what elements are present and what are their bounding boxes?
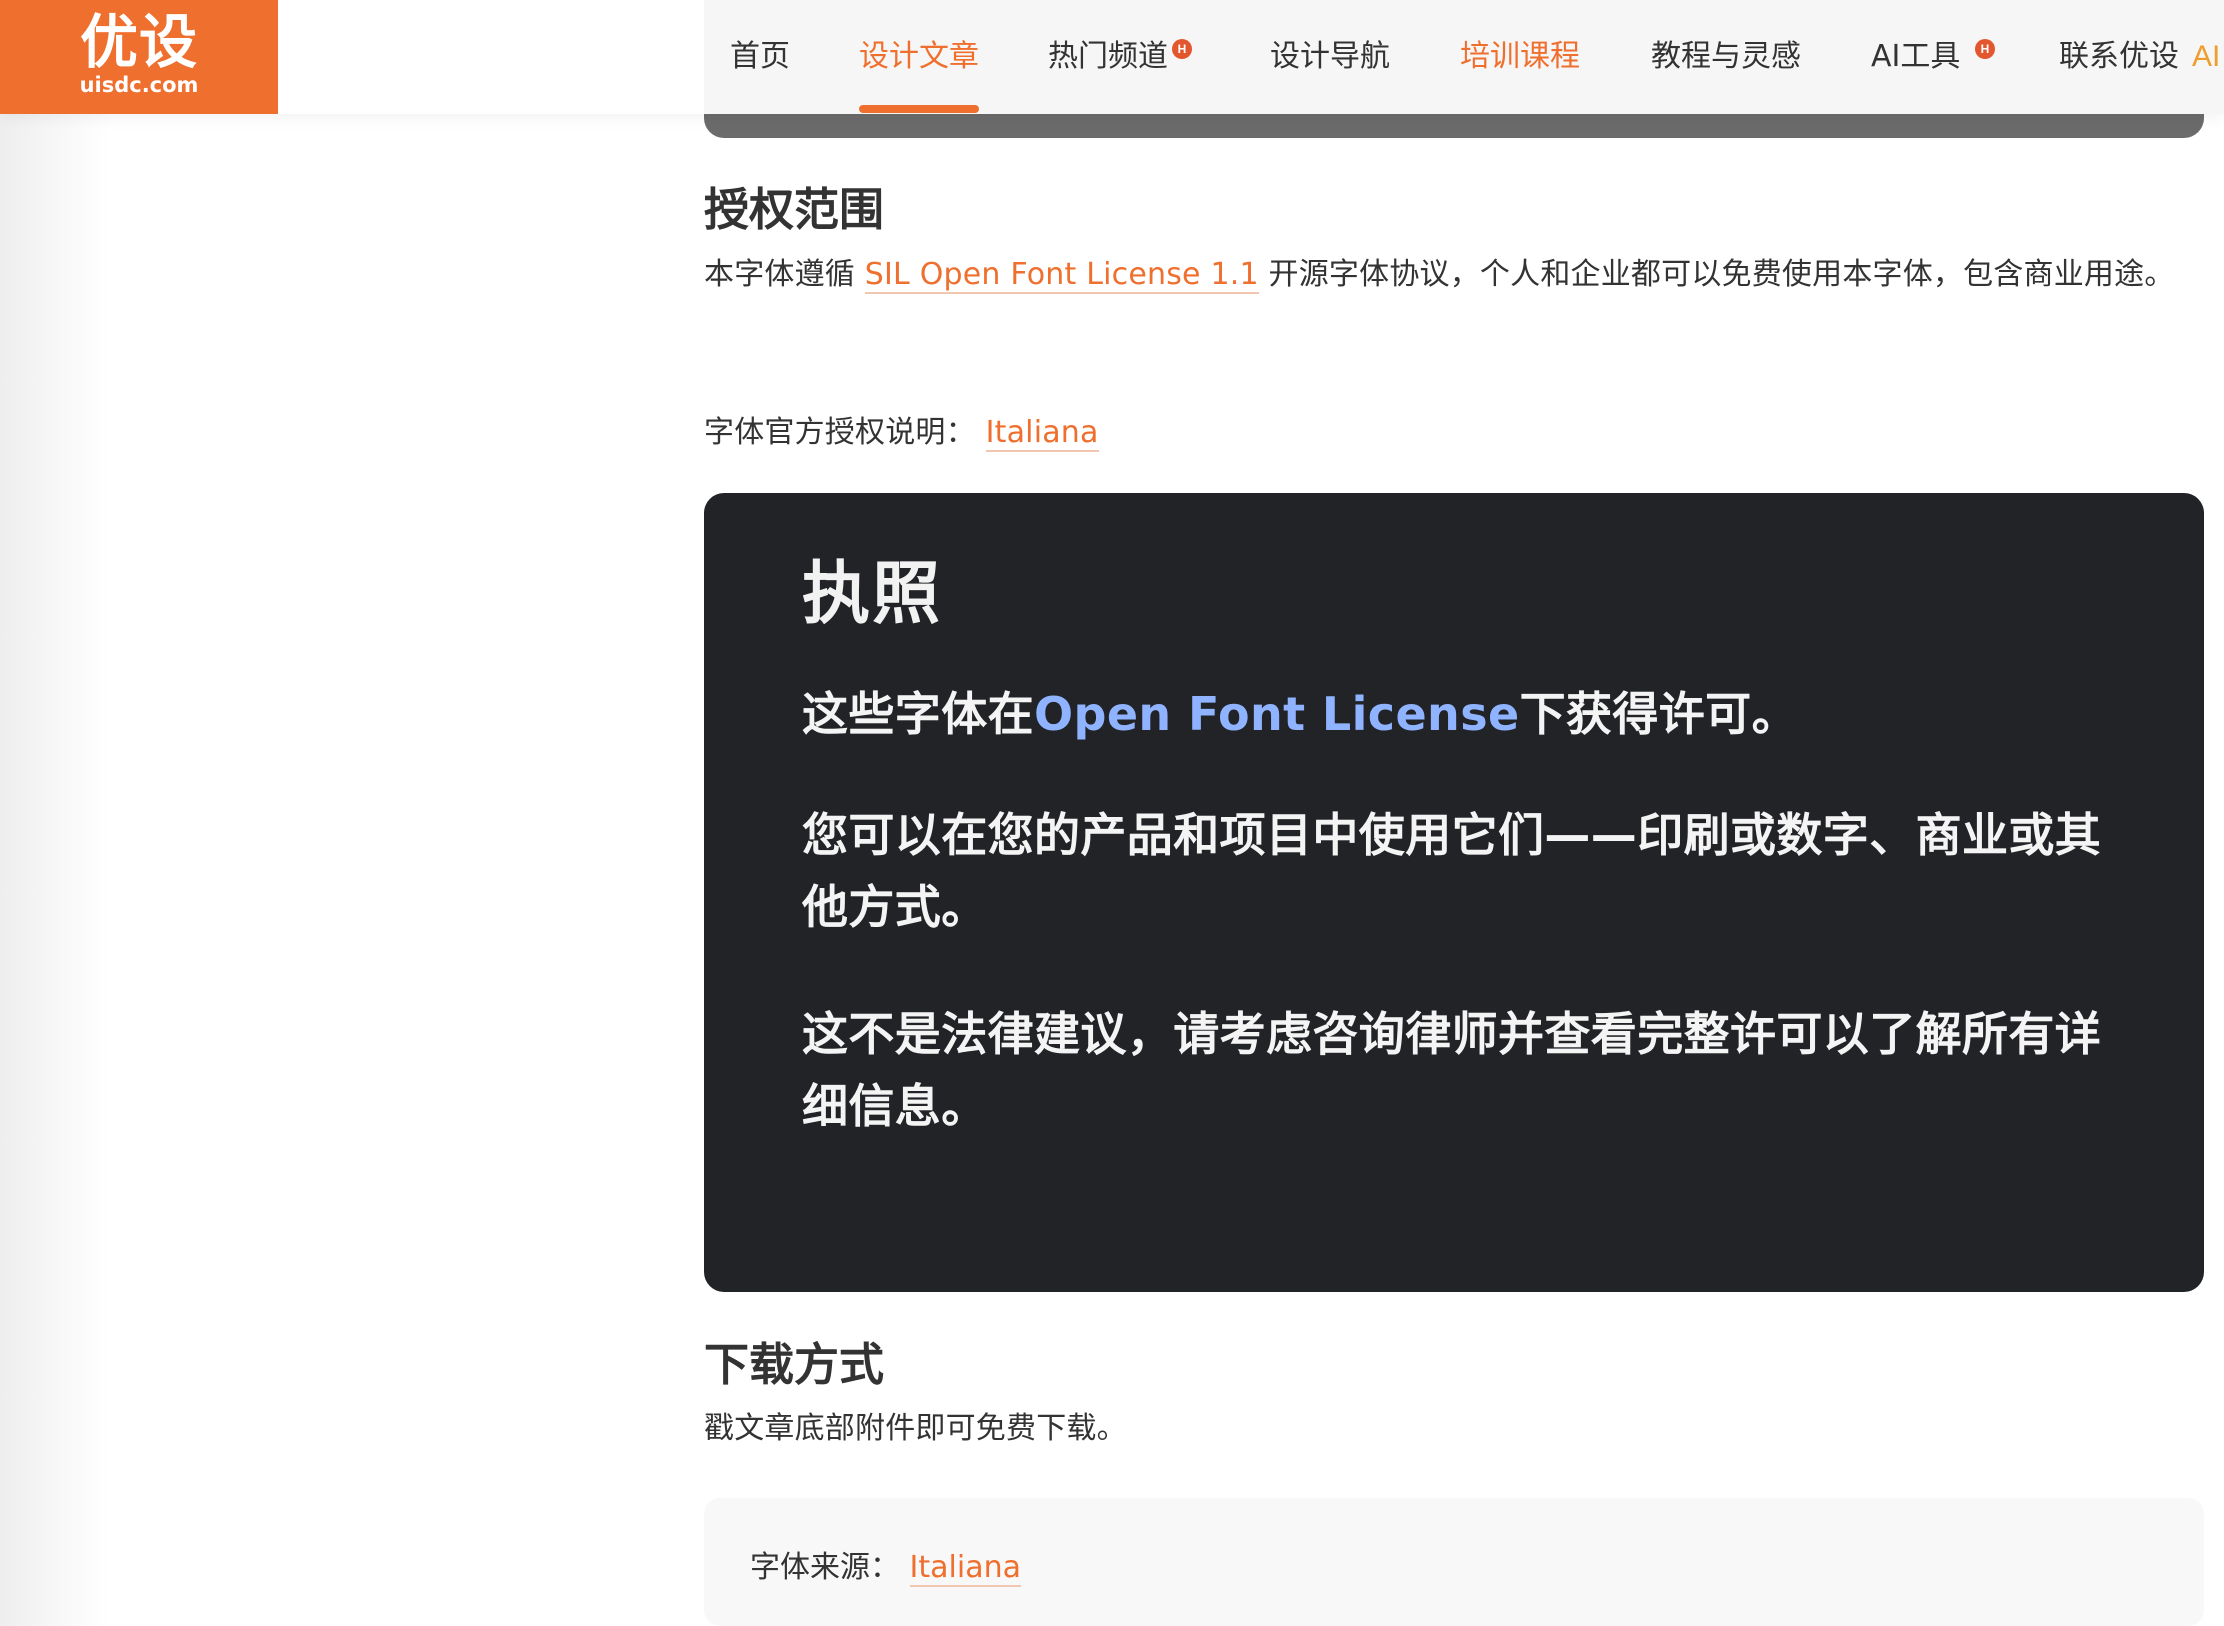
nav-item-contact-uisdc[interactable]: 联系优设 <box>2059 33 2179 83</box>
nav-item-training-courses[interactable]: 培训课程 <box>1460 33 1580 83</box>
logo-domain-text: uisdc.com <box>79 73 199 97</box>
license-description-suffix: 开源字体协议，个人和企业都可以免费使用本字体，包含商业用途。 <box>1268 257 2175 292</box>
license-card-p1-suffix: 下获得许可。 <box>1519 687 1798 741</box>
nav-item-design-navigation[interactable]: 设计导航 <box>1270 33 1390 83</box>
nav-label-contact-uisdc: 联系优设 <box>2059 39 2179 74</box>
open-font-license-link[interactable]: Open Font License <box>1034 687 1520 741</box>
license-description-prefix: 本字体遵循 <box>704 257 865 292</box>
main-navigation: 首页 设计文章 热门频道 H 设计导航 培训课程 教程与灵感 AI工具 H 联系… <box>704 0 2224 114</box>
font-source-line: 字体来源： Italiana <box>750 1540 1021 1596</box>
license-card-paragraph-3: 这不是法律建议，请考虑咨询律师并查看完整许可以了解所有详细信息。 <box>802 1007 2102 1133</box>
license-screenshot-card: 执照 这些字体在Open Font License下获得许可。 您可以在您的产品… <box>704 493 2204 1292</box>
license-card-paragraph-1: 这些字体在Open Font License下获得许可。 <box>802 678 2112 750</box>
license-card-p1-prefix: 这些字体在 <box>802 687 1034 741</box>
article-content: 授权范围 本字体遵循 SIL Open Font License 1.1 开源字… <box>704 140 2204 1626</box>
license-section-title: 授权范围 <box>704 183 885 236</box>
nav-item-hot-channels[interactable]: 热门频道 H <box>1048 33 1208 83</box>
nav-label-ai-tools: AI工具 <box>1871 39 1961 74</box>
left-page-shadow <box>0 114 110 1626</box>
nav-item-ai-tools[interactable]: AI工具 H <box>1871 33 2011 83</box>
official-license-italiana-link[interactable]: Italiana <box>985 415 1099 452</box>
nav-label-tutorials-inspiration: 教程与灵感 <box>1651 39 1801 74</box>
nav-label-design-articles: 设计文章 <box>859 39 979 74</box>
hot-badge-icon: H <box>1975 39 1995 59</box>
site-logo[interactable]: 优设 uisdc.com <box>0 0 278 114</box>
site-header: 优设 uisdc.com 首页 设计文章 热门频道 H 设计导航 培训课程 教程… <box>0 0 2224 114</box>
article-page: 优设 uisdc.com 首页 设计文章 热门频道 H 设计导航 培训课程 教程… <box>0 0 2224 1626</box>
active-tab-underline <box>859 105 979 113</box>
nav-item-truncated-ai[interactable]: AI <box>2192 33 2224 83</box>
nav-item-design-articles[interactable]: 设计文章 <box>859 33 979 113</box>
license-description: 本字体遵循 SIL Open Font License 1.1 开源字体协议，个… <box>704 245 2204 305</box>
download-instructions: 戳文章底部附件即可免费下载。 <box>704 1411 1127 1446</box>
license-card-title: 执照 <box>802 555 943 634</box>
logo-chinese-text: 优设 <box>79 8 198 76</box>
font-source-label: 字体来源： <box>750 1550 900 1585</box>
nav-label-design-navigation: 设计导航 <box>1270 39 1390 74</box>
nav-item-home[interactable]: 首页 <box>730 33 790 83</box>
nav-label-home: 首页 <box>730 39 790 74</box>
nav-label-hot-channels: 热门频道 <box>1048 39 1168 74</box>
license-card-paragraph-2: 您可以在您的产品和项目中使用它们——印刷或数字、商业或其他方式。 <box>802 808 2102 934</box>
official-license-line: 字体官方授权说明： Italiana <box>704 403 2204 463</box>
nav-item-tutorials-inspiration[interactable]: 教程与灵感 <box>1651 33 1801 83</box>
download-section-title: 下载方式 <box>704 1338 885 1391</box>
sil-license-link[interactable]: SIL Open Font License 1.1 <box>864 257 1259 294</box>
previous-image-bottom-edge <box>704 112 2204 138</box>
font-source-italiana-link[interactable]: Italiana <box>909 1550 1021 1587</box>
nav-label-training-courses: 培训课程 <box>1460 39 1580 74</box>
hot-badge-icon: H <box>1172 39 1192 59</box>
official-license-label: 字体官方授权说明： <box>704 415 976 450</box>
font-source-box: 字体来源： Italiana <box>704 1498 2204 1626</box>
